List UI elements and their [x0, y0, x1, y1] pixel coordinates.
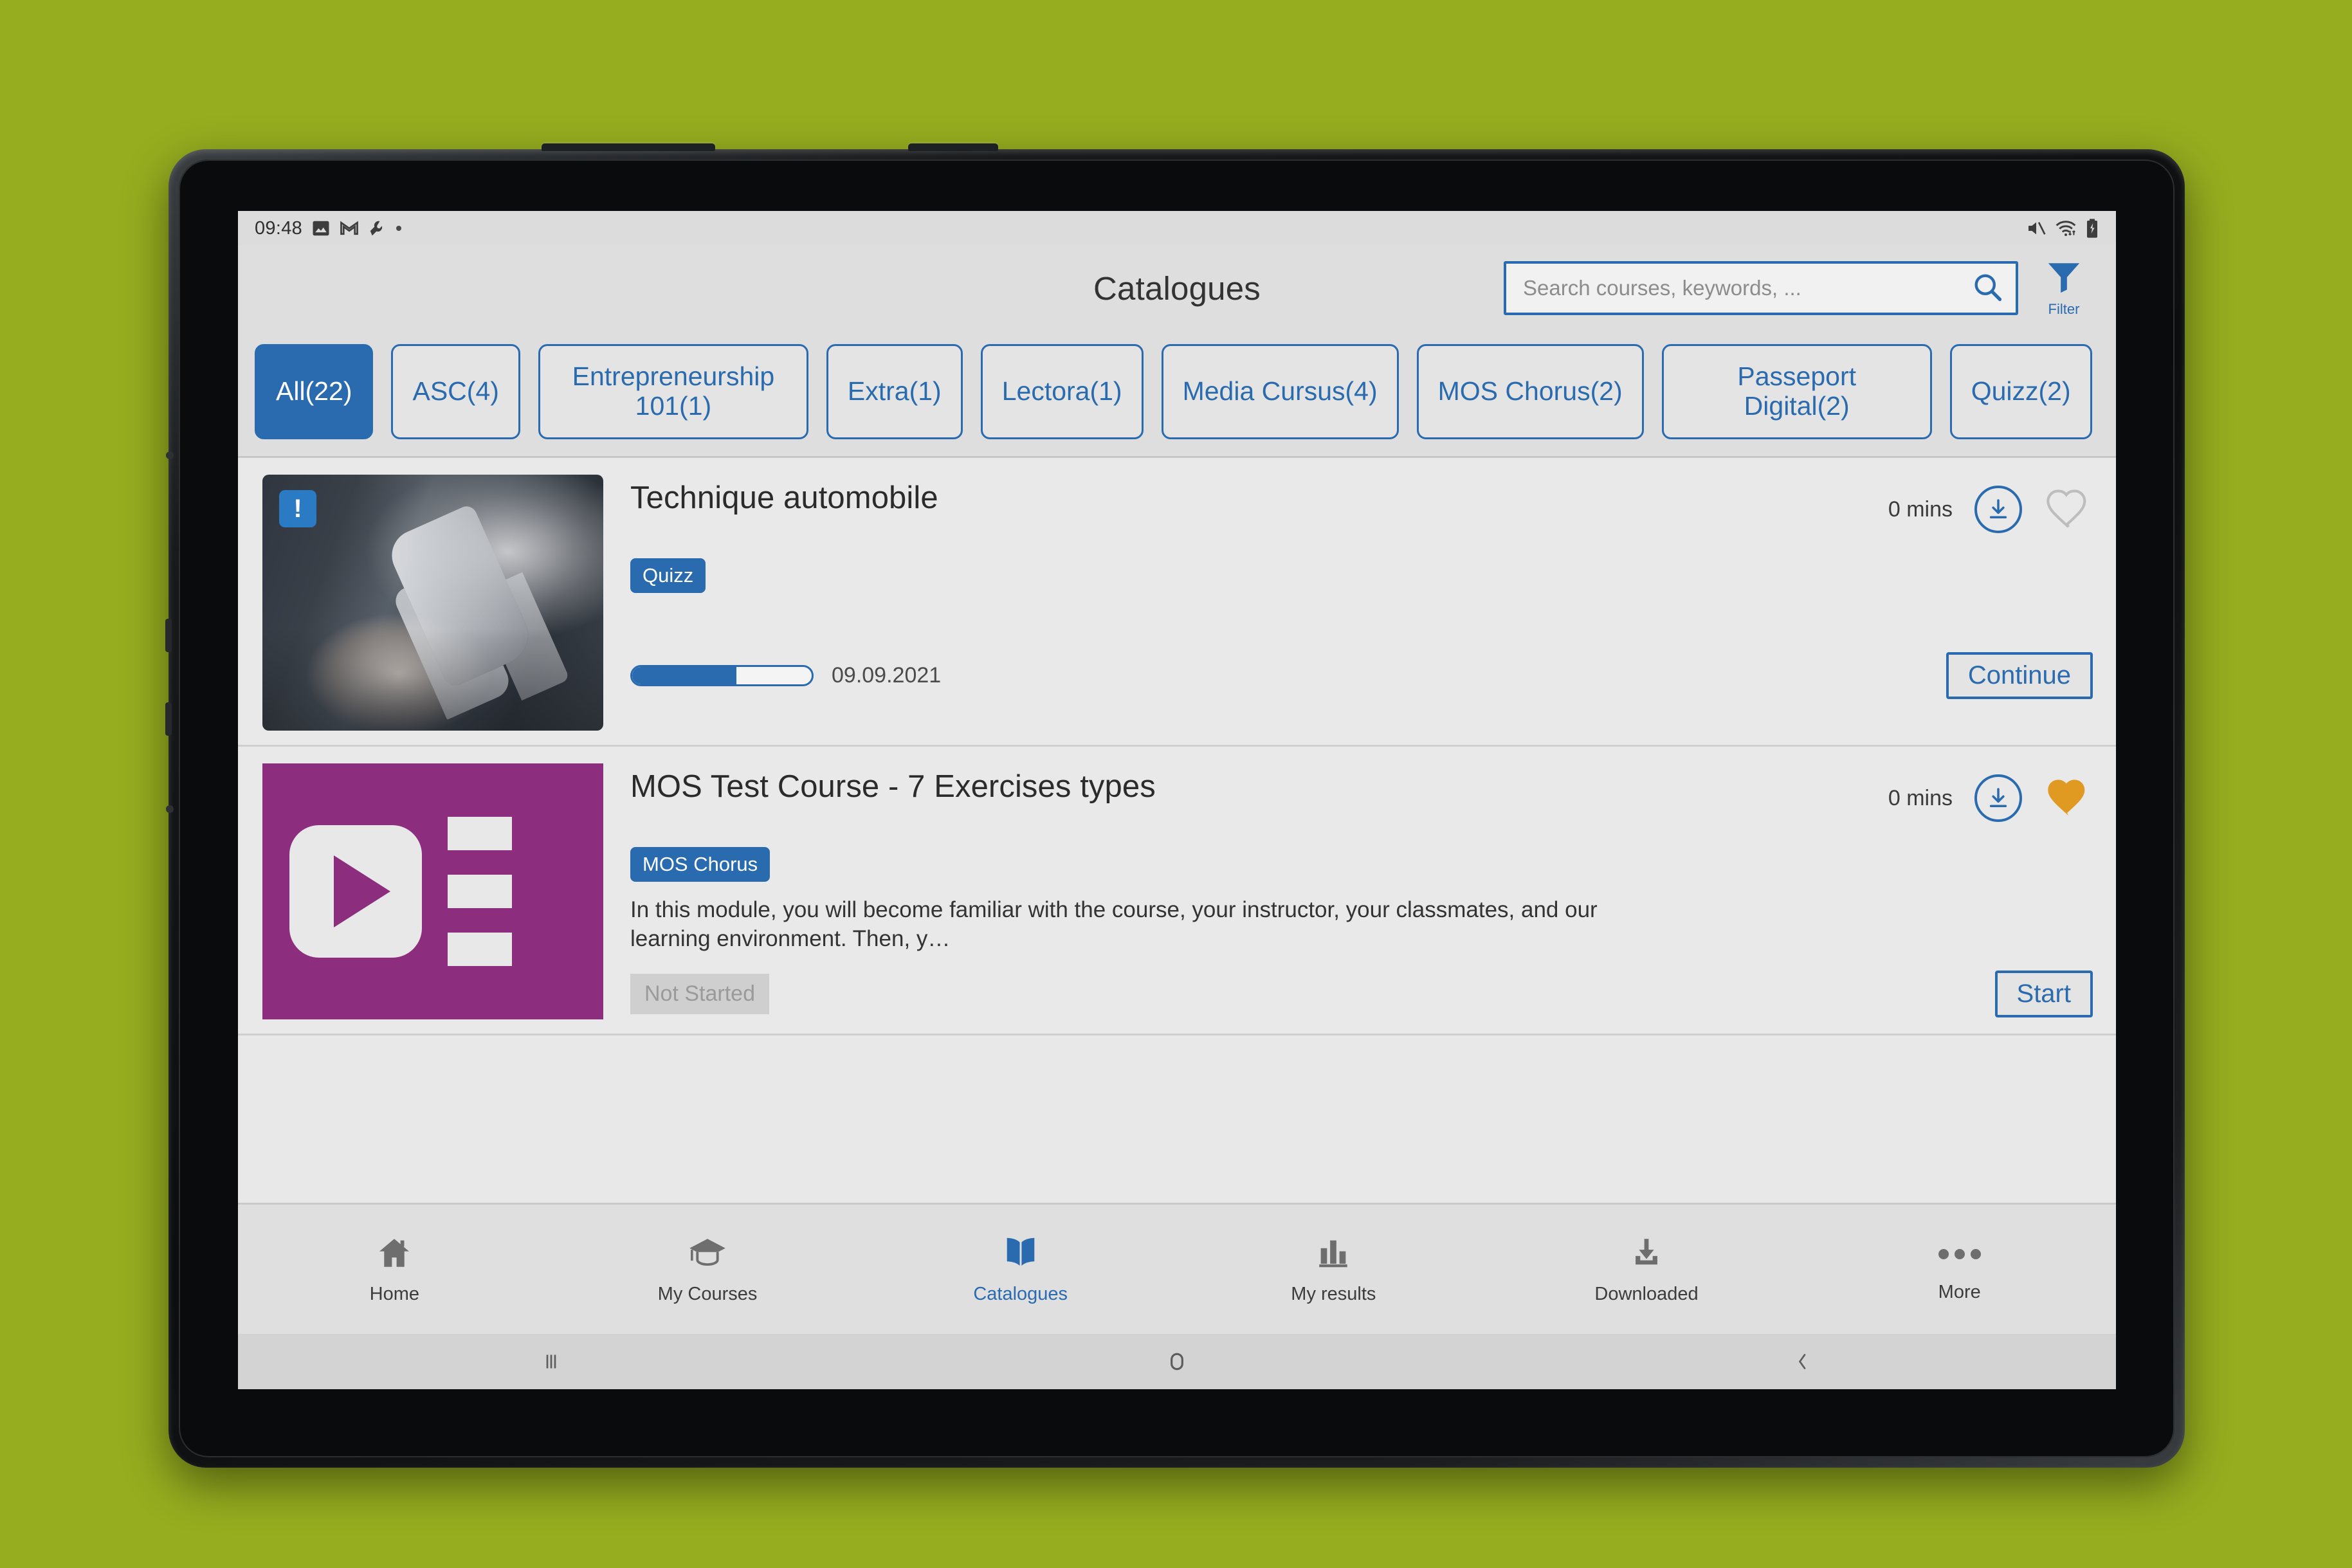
download-icon[interactable] [1974, 486, 2022, 533]
category-chip-entrepreneurship-101[interactable]: Entrepreneurship 101(1) [538, 343, 808, 439]
course-tag: MOS Chorus [630, 847, 770, 882]
app-header: Catalogues Filter [238, 246, 2116, 331]
status-bar: 09:48 [238, 211, 2116, 246]
nav-label-downloaded: Downloaded [1594, 1283, 1699, 1304]
course-progress-bar [630, 665, 814, 686]
course-thumbnail: ! [262, 475, 603, 731]
filter-funnel-icon[interactable] [2044, 259, 2084, 299]
side-dot-2 [166, 805, 174, 813]
wrench-icon [368, 219, 387, 238]
course-card-body: MOS Test Course - 7 Exercises types 0 mi… [603, 763, 2093, 1019]
filmstrip-bars [448, 817, 512, 966]
graduation-cap-icon [686, 1234, 729, 1275]
category-chips-bar[interactable]: All(22) ASC(4) Entrepreneurship 101(1) E… [238, 331, 2116, 458]
nav-label-my-results: My results [1291, 1283, 1376, 1304]
category-chip-all[interactable]: All(22) [255, 343, 374, 439]
category-chip-mos-chorus[interactable]: MOS Chorus(2) [1416, 343, 1644, 439]
course-duration: 0 mins [1888, 497, 1953, 522]
course-title: Technique automobile [630, 480, 938, 515]
alert-badge: ! [279, 490, 316, 527]
home-icon [374, 1234, 414, 1275]
nav-label-catalogues: Catalogues [973, 1283, 1068, 1304]
bar-chart-icon [1314, 1234, 1353, 1275]
continue-button[interactable]: Continue [1946, 652, 2093, 699]
course-duration: 0 mins [1888, 785, 1953, 810]
category-chip-lectora[interactable]: Lectora(1) [980, 343, 1144, 439]
image-icon [311, 219, 331, 238]
mute-icon [2026, 218, 2047, 239]
start-button[interactable]: Start [1994, 970, 2093, 1017]
mos-chorus-logo-icon [262, 763, 603, 1019]
bottom-navigation: Home My Courses Catalogues My results Do… [238, 1203, 2116, 1334]
open-book-icon [1001, 1234, 1040, 1275]
nav-item-my-results[interactable]: My results [1177, 1234, 1490, 1305]
search-box[interactable] [1504, 261, 2018, 315]
course-card[interactable]: ! Technique automobile 0 mins Quizz 09.0… [238, 458, 2116, 747]
search-input[interactable] [1523, 276, 1971, 300]
category-chip-extra[interactable]: Extra(1) [826, 343, 963, 439]
wifi-icon [2055, 218, 2077, 239]
filter-button[interactable]: Filter [2035, 259, 2093, 318]
nav-label-more: More [1938, 1282, 1981, 1302]
category-chip-passeport-digital[interactable]: Passeport Digital(2) [1661, 343, 1932, 439]
nav-item-more[interactable]: More [1803, 1235, 2116, 1303]
nav-item-catalogues[interactable]: Catalogues [864, 1234, 1177, 1305]
course-progress-fill [632, 667, 736, 684]
search-icon[interactable] [1971, 270, 2004, 307]
download-icon[interactable] [1974, 774, 2022, 822]
gmail-icon [340, 219, 359, 238]
dot-icon [396, 226, 402, 231]
download-tray-icon [1627, 1234, 1666, 1275]
favorite-heart-icon[interactable] [2044, 485, 2093, 534]
side-notch-2 [165, 702, 172, 736]
course-thumbnail-wrap [262, 763, 603, 1019]
category-chip-media-cursus[interactable]: Media Cursus(4) [1161, 343, 1399, 439]
course-thumbnail-wrap: ! [262, 475, 603, 731]
course-list: ! Technique automobile 0 mins Quizz 09.0… [238, 458, 2116, 1035]
home-button[interactable] [864, 1349, 1490, 1374]
nav-item-my-courses[interactable]: My Courses [551, 1234, 864, 1305]
category-chip-asc[interactable]: ASC(4) [391, 343, 520, 439]
course-thumbnail [262, 763, 603, 1019]
course-title: MOS Test Course - 7 Exercises types [630, 769, 1156, 804]
back-button[interactable] [1490, 1350, 2116, 1373]
course-card-body: Technique automobile 0 mins Quizz 09.09.… [603, 475, 2093, 731]
device-screen: 09:48 Catalogues Search courses, keyword… [238, 211, 2116, 1389]
nav-label-home: Home [369, 1283, 420, 1304]
category-chip-quizz[interactable]: Quizz(2) [1949, 343, 2092, 439]
status-badge: Not Started [630, 973, 769, 1014]
status-bar-clock: 09:48 [255, 217, 303, 239]
system-navigation-bar [238, 1334, 2116, 1389]
volume-button[interactable] [908, 143, 998, 151]
course-tag: Quizz [630, 558, 706, 593]
power-button[interactable] [542, 143, 715, 151]
side-dot-1 [166, 451, 174, 459]
filter-label: Filter [2048, 301, 2080, 317]
nav-item-home[interactable]: Home [238, 1234, 551, 1305]
favorite-heart-icon[interactable] [2044, 774, 2093, 823]
side-notch-1 [165, 619, 172, 652]
course-date: 09.09.2021 [832, 663, 942, 688]
recents-button[interactable] [238, 1350, 864, 1373]
play-icon [289, 825, 422, 958]
nav-item-downloaded[interactable]: Downloaded [1490, 1234, 1803, 1305]
nav-label-my-courses: My Courses [657, 1283, 758, 1304]
course-description: In this module, you will become familiar… [630, 897, 1598, 951]
ellipsis-icon [1938, 1235, 1981, 1273]
tablet-device: 09:48 Catalogues Search courses, keyword… [165, 143, 2185, 1468]
battery-charging-icon [2085, 218, 2099, 239]
course-card[interactable]: MOS Test Course - 7 Exercises types 0 mi… [238, 747, 2116, 1035]
